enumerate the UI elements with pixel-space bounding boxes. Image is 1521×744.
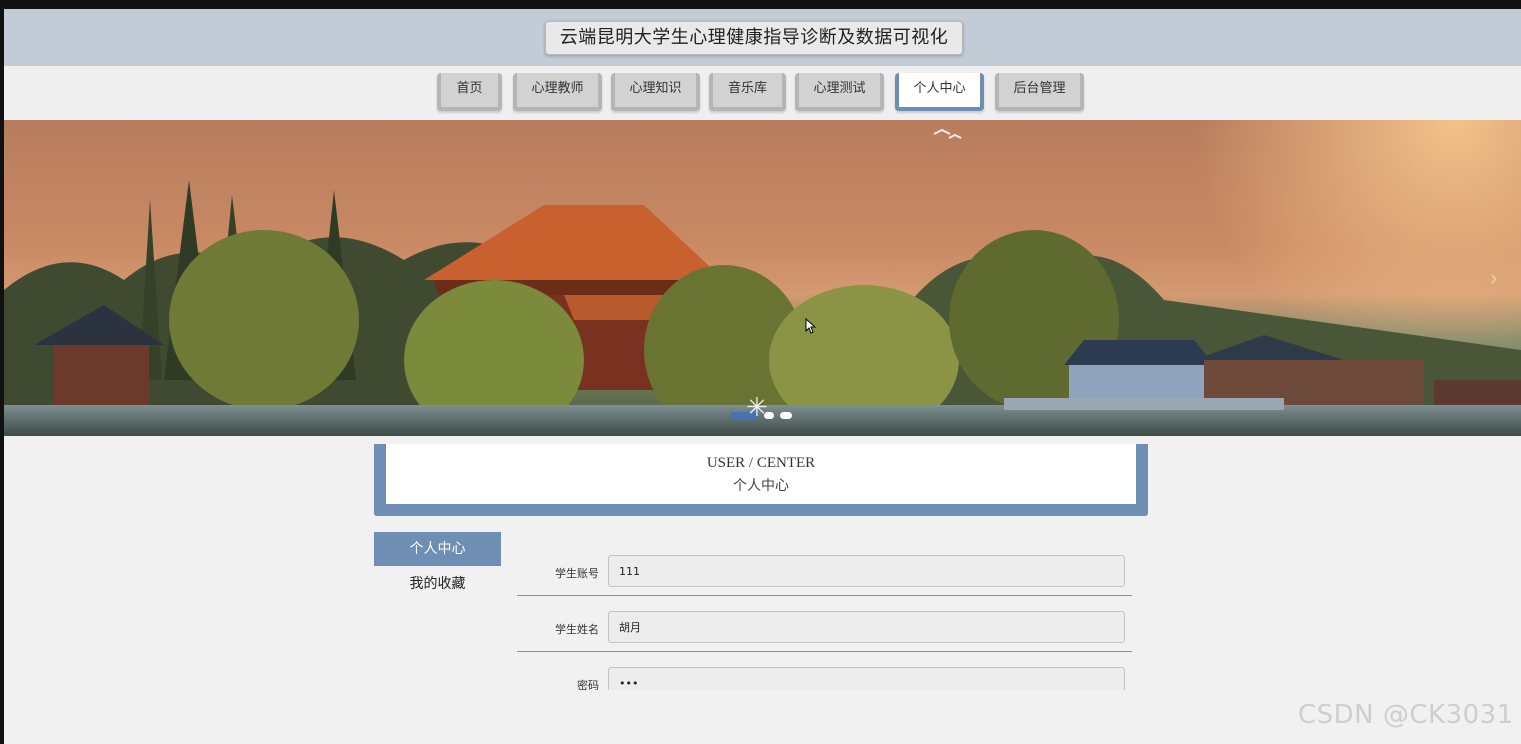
field-label-account: 学生账号 <box>555 567 599 580</box>
banner-image <box>4 120 1521 436</box>
student-name-field[interactable] <box>608 611 1125 643</box>
nav-item-tests[interactable]: 心理测试 <box>795 73 884 111</box>
section-title-en: USER / CENTER <box>706 455 816 471</box>
nav-item-admin[interactable]: 后台管理 <box>995 73 1084 111</box>
nav-item-user-center[interactable]: 个人中心 <box>895 73 984 111</box>
site-title: 云端昆明大学生心理健康指导诊断及数据可视化 <box>545 21 963 55</box>
chevron-right-icon[interactable]: › <box>1490 265 1497 291</box>
sidebar-item-user-center[interactable]: 个人中心 <box>374 532 501 566</box>
carousel-dot[interactable] <box>780 412 792 419</box>
field-label-name: 学生姓名 <box>555 623 599 636</box>
nav-item-home[interactable]: 首页 <box>437 73 502 111</box>
watermark: CSDN @CK3031 <box>1298 700 1514 730</box>
sidebar-item-favorites[interactable]: 我的收藏 <box>374 568 501 600</box>
section-header: USER / CENTER 个人中心 <box>374 444 1148 516</box>
viewport-bottom <box>4 690 1521 744</box>
spinner-icon: ✳ <box>746 392 768 422</box>
nav-item-music[interactable]: 音乐库 <box>709 73 786 111</box>
nav-item-teachers[interactable]: 心理教师 <box>513 73 602 111</box>
mouse-cursor-icon <box>805 317 817 339</box>
row-divider <box>517 595 1132 596</box>
section-title-cn: 个人中心 <box>733 478 789 494</box>
banner-carousel[interactable] <box>4 120 1521 436</box>
student-account-field[interactable] <box>608 555 1125 587</box>
window-top-edge <box>0 0 1521 9</box>
nav-item-knowledge[interactable]: 心理知识 <box>611 73 700 111</box>
row-divider <box>517 651 1132 652</box>
